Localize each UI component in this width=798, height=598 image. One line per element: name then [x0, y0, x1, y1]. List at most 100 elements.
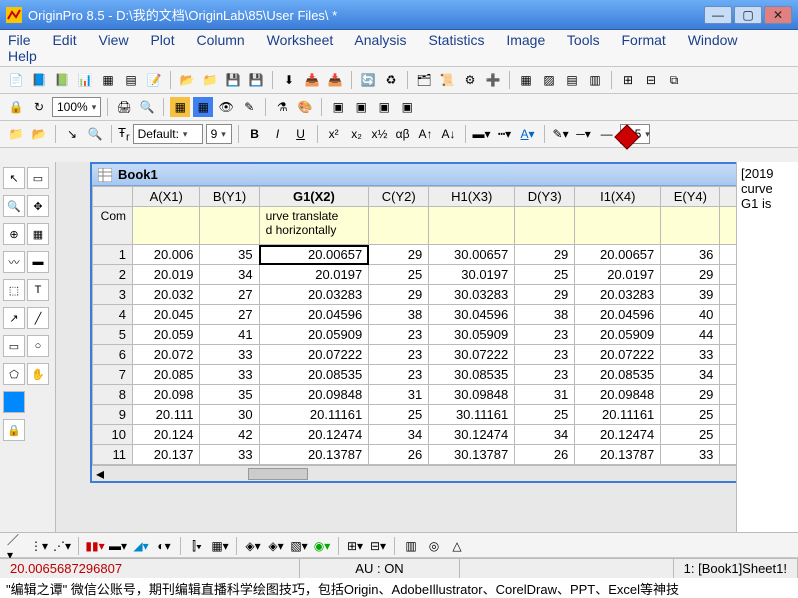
code-builder-button[interactable]: ⚙ — [460, 70, 480, 90]
workbook-titlebar[interactable]: Book1 — [92, 164, 788, 186]
data-cell[interactable]: 25 — [369, 265, 429, 285]
duplicate-button[interactable]: ⧉ — [664, 70, 684, 90]
save-template-button[interactable]: 💾 — [246, 70, 266, 90]
fill-color-button[interactable]: ▬▾ — [472, 124, 492, 144]
text-tool[interactable]: T — [27, 279, 49, 301]
data-cell[interactable]: 33 — [200, 365, 259, 385]
data-cell[interactable]: 20.00657 — [575, 245, 661, 265]
data-cell[interactable]: 35 — [200, 245, 259, 265]
layout-cascade-button[interactable]: ▨ — [539, 70, 559, 90]
data-cell[interactable]: 26 — [369, 445, 429, 465]
worksheet[interactable]: A(X1)B(Y1)G1(X2)C(Y2)H1(X3)D(Y3)I1(X4)E(… — [92, 186, 788, 465]
data-cell[interactable]: 29 — [515, 285, 575, 305]
column-plot-button[interactable]: ▮▮▾ — [85, 536, 105, 556]
data-cell[interactable]: 38 — [515, 305, 575, 325]
col-header[interactable]: C(Y2) — [369, 187, 429, 207]
data-cell[interactable]: 20.059 — [133, 325, 200, 345]
row-header[interactable]: 5 — [93, 325, 133, 345]
close-button[interactable]: ✕ — [764, 6, 792, 24]
new-matrix-button[interactable]: ▦ — [98, 70, 118, 90]
gadget2-button[interactable]: ▣ — [351, 97, 371, 117]
gadget1-button[interactable]: ▣ — [328, 97, 348, 117]
rect-tool[interactable]: ▭ — [3, 335, 25, 357]
data-cell[interactable]: 30 — [200, 405, 259, 425]
data-cell[interactable]: 33 — [200, 445, 259, 465]
hand-tool[interactable]: ✋ — [27, 363, 49, 385]
data-cell[interactable]: 20.0197 — [259, 265, 369, 285]
stats-plot-button[interactable]: ⊞▾ — [345, 536, 365, 556]
data-cell[interactable]: 34 — [369, 425, 429, 445]
horizontal-scrollbar[interactable]: ◂ — [92, 465, 788, 481]
goto-button[interactable]: ↘ — [62, 124, 82, 144]
col-header[interactable]: A(X1) — [133, 187, 200, 207]
digitize-button[interactable]: ✎ — [239, 97, 259, 117]
pan-tool[interactable]: ✥ — [27, 195, 49, 217]
import-wizard-button[interactable]: ⬇ — [279, 70, 299, 90]
font-combo[interactable]: Default: — [133, 124, 203, 144]
data-cell[interactable]: 20.0197 — [575, 265, 661, 285]
data-cell[interactable]: 30.07222 — [429, 345, 515, 365]
new-graph-button[interactable]: 📊 — [75, 70, 95, 90]
data-cell[interactable]: 20.09848 — [575, 385, 661, 405]
data-cell[interactable]: 23 — [515, 345, 575, 365]
menu-tools[interactable]: Tools — [567, 32, 600, 48]
data-cell[interactable]: 20.085 — [133, 365, 200, 385]
import-multi-button[interactable]: 📥 — [325, 70, 345, 90]
data-cell[interactable]: 20.137 — [133, 445, 200, 465]
gadget3-button[interactable]: ▣ — [374, 97, 394, 117]
data-cell[interactable]: 30.09848 — [429, 385, 515, 405]
lock-tool[interactable]: 🔒 — [3, 419, 25, 441]
data-cell[interactable]: 29 — [369, 245, 429, 265]
menu-plot[interactable]: Plot — [150, 32, 174, 48]
area-plot-button[interactable]: ◢▾ — [131, 536, 151, 556]
bold-button[interactable]: B — [245, 124, 265, 144]
zoom-combo[interactable]: 100% — [52, 97, 101, 117]
data-cell[interactable]: 20.07222 — [575, 345, 661, 365]
data-cell[interactable]: 20.13787 — [575, 445, 661, 465]
maximize-button[interactable]: ▢ — [734, 6, 762, 24]
poly-tool[interactable]: ⬠ — [3, 363, 25, 385]
col-header[interactable] — [93, 187, 133, 207]
col-header[interactable]: G1(X2) — [259, 187, 369, 207]
bar-plot-button[interactable]: ▬▾ — [108, 536, 128, 556]
multi-y-button[interactable]: ⫿▾ — [187, 536, 207, 556]
menu-analysis[interactable]: Analysis — [354, 32, 406, 48]
data-cell[interactable]: 20.11161 — [259, 405, 369, 425]
data-cell[interactable]: 34 — [661, 365, 720, 385]
lock-button[interactable]: 🔒 — [6, 97, 26, 117]
circle-tool[interactable]: ○ — [27, 335, 49, 357]
data-cell[interactable]: 30.0197 — [429, 265, 515, 285]
data-cell[interactable]: 25 — [515, 405, 575, 425]
copy-page-button[interactable]: ▦ — [193, 97, 213, 117]
menu-file[interactable]: File — [8, 32, 31, 48]
polar-plot-button[interactable]: ◎ — [424, 536, 444, 556]
col-header[interactable]: D(Y3) — [515, 187, 575, 207]
data-cell[interactable]: 41 — [200, 325, 259, 345]
underline-button[interactable]: U — [291, 124, 311, 144]
data-cell[interactable]: 20.019 — [133, 265, 200, 285]
box-plot-button[interactable]: ⊟▾ — [368, 536, 388, 556]
rect-select-tool[interactable]: ▭ — [27, 167, 49, 189]
data-cell[interactable]: 20.04596 — [575, 305, 661, 325]
data-cell[interactable]: 23 — [369, 325, 429, 345]
row-header[interactable]: 2 — [93, 265, 133, 285]
menu-worksheet[interactable]: Worksheet — [267, 32, 334, 48]
gadget4-button[interactable]: ▣ — [397, 97, 417, 117]
recalc-button[interactable]: ↻ — [29, 97, 49, 117]
data-cell[interactable]: 29 — [369, 285, 429, 305]
folder-up-button[interactable]: 📁 — [6, 124, 26, 144]
data-cell[interactable]: 25 — [661, 405, 720, 425]
font-color-button[interactable]: A▾ — [518, 124, 538, 144]
data-cell[interactable]: 29 — [661, 385, 720, 405]
3d-xyz-button[interactable]: ◈▾ — [266, 536, 286, 556]
menu-edit[interactable]: Edit — [52, 32, 76, 48]
data-cell[interactable]: 20.124 — [133, 425, 200, 445]
data-cell[interactable]: 20.03283 — [575, 285, 661, 305]
print-preview-button[interactable]: 🔍 — [137, 97, 157, 117]
menu-format[interactable]: Format — [621, 32, 665, 48]
row-header[interactable]: 1 — [93, 245, 133, 265]
data-cell[interactable]: 30.04596 — [429, 305, 515, 325]
data-cell[interactable]: 20.08535 — [259, 365, 369, 385]
explorer-button[interactable]: 🗂 — [414, 70, 434, 90]
greek-button[interactable]: αβ — [393, 124, 413, 144]
